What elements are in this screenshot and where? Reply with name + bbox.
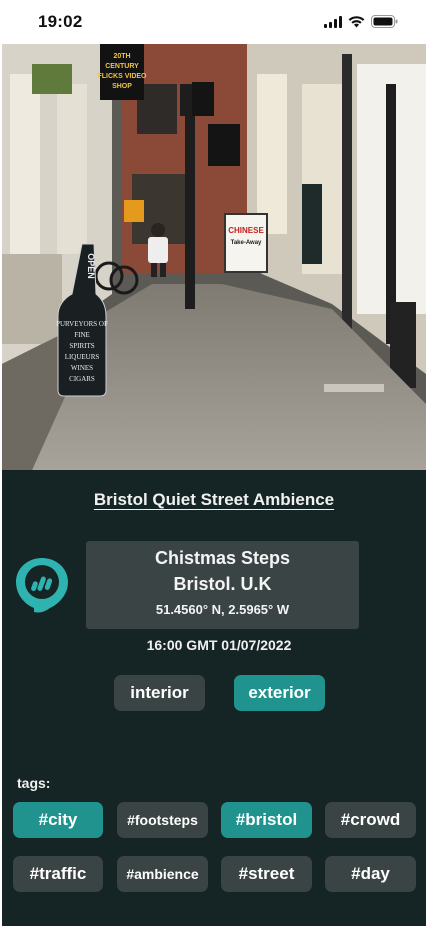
tag-city[interactable]: #city [13, 802, 103, 838]
tags-label: tags: [17, 775, 51, 791]
tag-footsteps[interactable]: #footsteps [117, 802, 208, 838]
sign-takeaway: Take-Away [231, 240, 262, 246]
cellular-signal-icon [324, 15, 342, 28]
sign-video-shop-line: 20TH [113, 53, 130, 60]
location-pin-icon [14, 554, 70, 614]
status-icons [324, 15, 398, 28]
tag-bristol[interactable]: #bristol [221, 802, 312, 838]
tag-traffic[interactable]: #traffic [13, 856, 103, 892]
sign-chinese: CHINESE [228, 226, 264, 235]
sign-bottle-line: SPIRITS [69, 342, 94, 350]
sign-video-shop-line: SHOP [112, 83, 132, 90]
location-coordinates: 51.4560° N, 2.5965° W [155, 602, 290, 617]
sign-video-shop-line: FLICKS VIDEO [97, 73, 147, 80]
sign-video-shop-line: CENTURY [105, 63, 139, 70]
recording-timestamp: 16:00 GMT 01/07/2022 [146, 637, 292, 653]
battery-icon [371, 15, 398, 28]
sign-bottle-line: FINE [74, 331, 90, 339]
location-card: Chistmas Steps Bristol. U.K 51.4560° N, … [86, 541, 359, 629]
location-city: Bristol. U.K [173, 574, 272, 594]
recording-title[interactable]: Bristol Quiet Street Ambience [2, 490, 426, 510]
sign-bottle-line: CIGARS [69, 375, 95, 383]
sign-bottle-line: LIQUEURS [65, 353, 100, 361]
recording-details-panel: Bristol Quiet Street Ambience Chistmas S… [2, 470, 426, 926]
sign-bottle-line: PURVEYORS OF [56, 320, 108, 328]
status-bar: 19:02 [0, 0, 428, 44]
tag-crowd[interactable]: #crowd [325, 802, 416, 838]
tag-ambience[interactable]: #ambience [117, 856, 208, 892]
wifi-icon [348, 15, 365, 27]
tag-street[interactable]: #street [221, 856, 312, 892]
tag-day[interactable]: #day [325, 856, 416, 892]
street-photo: 20TH CENTURY FLICKS VIDEO SHOP CHINESE Take… [2, 44, 426, 470]
status-time: 19:02 [38, 12, 83, 31]
scene-interior-button[interactable]: interior [114, 675, 205, 711]
sign-bottle-line: WINES [71, 364, 93, 372]
scene-exterior-button[interactable]: exterior [234, 675, 325, 711]
location-name: Chistmas Steps [154, 548, 291, 568]
sign-open: OPEN [86, 253, 96, 279]
